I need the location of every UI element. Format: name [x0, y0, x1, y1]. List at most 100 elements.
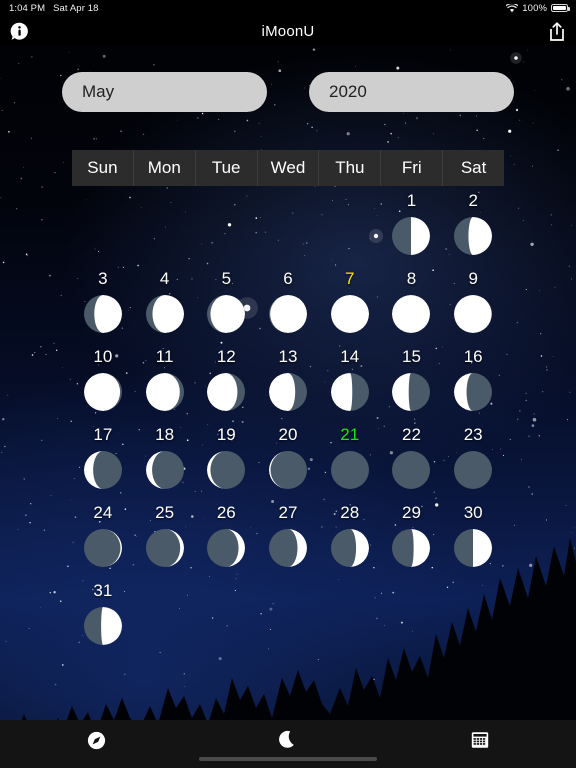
- moon-icon: [279, 730, 294, 748]
- calendar-day-cell-12[interactable]: 12: [195, 346, 257, 424]
- calendar-day-cell-27[interactable]: 27: [257, 502, 319, 580]
- calendar-day-cell-18[interactable]: 18: [134, 424, 196, 502]
- status-bar-right: 100%: [506, 3, 576, 14]
- day-number-29: 29: [401, 503, 421, 522]
- day-number-21: 21: [340, 425, 360, 444]
- moon-phase-waning-gibbous: [207, 373, 246, 411]
- calendar-day-cell-26[interactable]: 26: [195, 502, 257, 580]
- calendar-day-cell-1[interactable]: 1: [381, 190, 443, 268]
- share-icon[interactable]: [547, 20, 567, 42]
- calendar-day-cell-25[interactable]: 25: [134, 502, 196, 580]
- calendar-day-cell-30[interactable]: 30: [442, 502, 504, 580]
- day-number-31: 31: [93, 581, 113, 600]
- moon-phase-waning-crescent: [269, 451, 308, 489]
- moon-phase-waning-gibbous: [145, 373, 184, 411]
- calendar-week-row: 17 18 19 20 21 22 23: [72, 424, 504, 502]
- status-date: Sat Apr 18: [53, 2, 99, 14]
- status-time: 1:04 PM: [9, 2, 46, 14]
- moon-phase-last-quarter: [330, 373, 369, 411]
- calendar-day-cell-17[interactable]: 17: [72, 424, 134, 502]
- info-icon[interactable]: [8, 20, 30, 42]
- calendar-day-cell-4[interactable]: 4: [134, 268, 196, 346]
- year-selector[interactable]: 2020: [309, 72, 514, 112]
- calendar-grid: 1 2 3 4 5 6 7 8 9 10 11 12 13 14 15 16 17 18 19 20 21 22 23 24 2…: [72, 190, 504, 658]
- home-indicator[interactable]: [199, 757, 377, 761]
- calendar-day-cell-11[interactable]: 11: [134, 346, 196, 424]
- status-bar: 1:04 PM Sat Apr 18 100%: [0, 0, 576, 16]
- moon-phase-waxing-gibbous: [207, 295, 246, 333]
- battery-icon: [551, 3, 570, 13]
- moon-phase-waxing-gibbous: [269, 295, 308, 333]
- calendar-day-cell-9[interactable]: 9: [442, 268, 504, 346]
- calendar-day-cell-31[interactable]: 31: [72, 580, 134, 658]
- day-number-5: 5: [221, 269, 232, 288]
- day-number-20: 20: [278, 425, 298, 444]
- calendar-day-cell-3[interactable]: 3: [72, 268, 134, 346]
- moon-phase-first-quarter: [392, 217, 431, 255]
- moon-phase-new-moon: [454, 451, 493, 489]
- moon-tab[interactable]: [192, 727, 384, 753]
- moon-phase-waning-crescent: [207, 451, 246, 489]
- day-number-9: 9: [468, 269, 478, 288]
- day-number-22: 22: [401, 425, 421, 444]
- status-bar-left: 1:04 PM Sat Apr 18: [0, 3, 98, 14]
- moon-phase-waxing-crescent: [145, 529, 184, 567]
- calendar-day-cell-22[interactable]: 22: [381, 424, 443, 502]
- moon-phase-waxing-crescent: [330, 529, 369, 567]
- moon-phase-waxing-gibbous: [454, 217, 493, 255]
- month-selector[interactable]: May: [62, 72, 267, 112]
- weekday-header-row: Sun Mon Tue Wed Thu Fri Sat: [72, 150, 504, 186]
- calendar-day-cell-14[interactable]: 14: [319, 346, 381, 424]
- moon-phase-new-moon: [330, 451, 369, 489]
- day-number-7: 7: [345, 269, 355, 288]
- day-number-8: 8: [406, 269, 417, 288]
- calendar-day-cell-15[interactable]: 15: [381, 346, 443, 424]
- calendar-day-cell-29[interactable]: 29: [381, 502, 443, 580]
- day-number-26: 26: [216, 503, 236, 522]
- moon-phase-first-quarter: [83, 607, 122, 645]
- calendar-day-cell-7[interactable]: 7: [319, 268, 381, 346]
- calendar-week-row: 31: [72, 580, 504, 658]
- page-title: iMoonU: [261, 22, 315, 40]
- calendar-day-cell-23[interactable]: 23: [442, 424, 504, 502]
- moon-phase-new-moon: [392, 451, 431, 489]
- day-number-12: 12: [216, 347, 236, 366]
- moon-phase-full-moon: [392, 295, 431, 333]
- weekday-header-mon: Mon: [134, 150, 196, 186]
- calendar-day-cell-13[interactable]: 13: [257, 346, 319, 424]
- calendar-day-cell-16[interactable]: 16: [442, 346, 504, 424]
- calendar-day-cell-19[interactable]: 19: [195, 424, 257, 502]
- day-number-15: 15: [401, 347, 421, 366]
- calendar-tab[interactable]: [384, 727, 576, 753]
- day-number-2: 2: [468, 191, 478, 210]
- calendar-day-cell-21[interactable]: 21: [319, 424, 381, 502]
- weekday-header-tue: Tue: [196, 150, 258, 186]
- calendar-day-cell-20[interactable]: 20: [257, 424, 319, 502]
- compass-tab[interactable]: [0, 727, 192, 753]
- calendar-day-cell-5[interactable]: 5: [195, 268, 257, 346]
- calendar-day-cell-24[interactable]: 24: [72, 502, 134, 580]
- day-number-6: 6: [283, 269, 293, 288]
- moon-phase-last-quarter: [392, 373, 431, 411]
- day-number-27: 27: [278, 503, 298, 522]
- weekday-header-fri: Fri: [381, 150, 444, 186]
- moon-phase-waxing-crescent: [269, 529, 308, 567]
- moon-phase-waning-gibbous: [83, 373, 122, 411]
- day-number-23: 23: [463, 425, 483, 444]
- moon-phase-waxing-gibbous: [83, 295, 122, 333]
- calendar-day-cell-2[interactable]: 2: [442, 190, 504, 268]
- day-number-11: 11: [155, 347, 174, 366]
- day-number-30: 30: [463, 503, 483, 522]
- weekday-header-wed: Wed: [258, 150, 320, 186]
- calendar-day-cell-6[interactable]: 6: [257, 268, 319, 346]
- calendar-day-cell-10[interactable]: 10: [72, 346, 134, 424]
- calendar-week-row: 24 25 26 27 28 29 30: [72, 502, 504, 580]
- calendar-day-cell-8[interactable]: 8: [381, 268, 443, 346]
- day-number-3: 3: [98, 269, 108, 288]
- moon-phase-waxing-crescent: [207, 529, 246, 567]
- calendar-day-cell-28[interactable]: 28: [319, 502, 381, 580]
- weekday-header-thu: Thu: [319, 150, 382, 186]
- day-number-1: 1: [406, 191, 417, 210]
- weekday-header-sat: Sat: [460, 158, 487, 177]
- day-number-24: 24: [93, 503, 113, 522]
